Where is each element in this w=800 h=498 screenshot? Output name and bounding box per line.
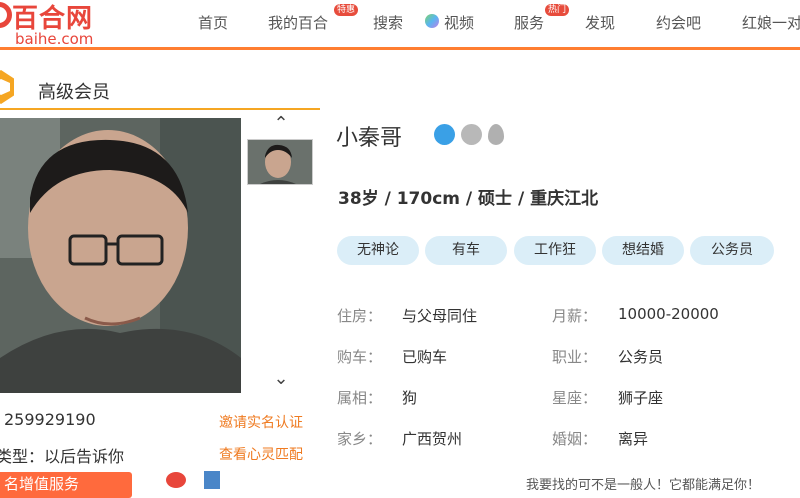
- value-added-service-button[interactable]: 名增值服务: [0, 472, 132, 498]
- video-icon: [425, 14, 439, 28]
- vip-hexagon-icon: [0, 70, 14, 104]
- detail-label-star-sign: 星座：: [552, 389, 598, 407]
- detail-label-zodiac-animal: 属相：: [337, 389, 383, 407]
- phone-verified-icon[interactable]: [434, 124, 455, 145]
- detail-value-hometown: 广西贺州: [402, 430, 463, 448]
- detail-label-salary: 月薪：: [552, 307, 598, 325]
- nav-service[interactable]: 服务: [514, 12, 544, 33]
- user-id: 259929190: [4, 410, 96, 429]
- detail-label-hometown: 家乡：: [337, 430, 383, 448]
- tag-item: 想结婚: [602, 236, 684, 265]
- document-icon[interactable]: [204, 471, 220, 489]
- profile-photo-image: [0, 118, 241, 393]
- detail-value-occupation: 公务员: [618, 348, 664, 366]
- thumb-down-button[interactable]: ⌄: [271, 368, 291, 389]
- detail-value-housing: 与父母同住: [402, 307, 478, 325]
- id-verified-icon[interactable]: [461, 124, 482, 145]
- logo-icon[interactable]: [0, 2, 12, 28]
- nav-matchmaker[interactable]: 红娘一对: [742, 12, 800, 33]
- nav-search[interactable]: 搜索: [373, 12, 403, 33]
- bottom-bar: 名增值服务 我要找的可不是一般人！它都能满足你！: [0, 470, 800, 498]
- basic-info: 38岁 / 170cm / 硕士 / 重庆江北: [338, 189, 599, 209]
- top-nav-bar: 百合网 baihe.com 首页 我的百合 特惠 搜索 视频 服务 热门 发现 …: [0, 0, 800, 50]
- slogan-text: 我要找的可不是一般人！它都能满足你！: [526, 478, 761, 493]
- tag-item: 工作狂: [514, 236, 596, 265]
- nav-dating[interactable]: 约会吧: [656, 12, 701, 33]
- detail-label-occupation: 职业：: [552, 348, 598, 366]
- vip-bar: 高级会员: [0, 70, 320, 110]
- match-link[interactable]: 查看心灵匹配: [219, 444, 303, 464]
- nav-home[interactable]: 首页: [198, 12, 228, 33]
- verify-link[interactable]: 邀请实名认证: [219, 412, 303, 432]
- nav-video[interactable]: 视频: [444, 12, 474, 33]
- nav-badge-hot: 热门: [545, 4, 570, 16]
- profile-name: 小秦哥: [336, 126, 403, 151]
- tag-item: 无神论: [337, 236, 419, 265]
- heart-icon[interactable]: [166, 472, 186, 488]
- profile-photo[interactable]: [0, 118, 241, 393]
- tag-item: 有车: [425, 236, 507, 265]
- vip-title: 高级会员: [38, 82, 110, 103]
- detail-label-marital: 婚姻：: [552, 430, 598, 448]
- detail-label-housing: 住房：: [337, 307, 383, 325]
- detail-value-zodiac-animal: 狗: [402, 389, 418, 407]
- detail-value-star-sign: 狮子座: [618, 389, 664, 407]
- nav-badge-special: 特惠: [334, 4, 359, 16]
- detail-label-car: 购车：: [337, 348, 383, 366]
- nav-discover[interactable]: 发现: [585, 12, 615, 33]
- nav-my-baihe[interactable]: 我的百合: [268, 12, 328, 33]
- thumb-up-button[interactable]: ⌃: [271, 113, 291, 134]
- thumbnail-image: [248, 140, 312, 184]
- detail-value-marital: 离异: [618, 430, 649, 448]
- flame-icon[interactable]: [488, 124, 504, 145]
- photo-thumbnail[interactable]: [247, 139, 313, 185]
- tag-item: 公务员: [690, 236, 774, 265]
- logo-domain[interactable]: baihe.com: [15, 30, 93, 48]
- blood-type: 类型：以后告诉你: [0, 447, 125, 466]
- detail-value-car: 已购车: [402, 348, 448, 366]
- detail-value-salary: 10000-20000: [618, 305, 719, 323]
